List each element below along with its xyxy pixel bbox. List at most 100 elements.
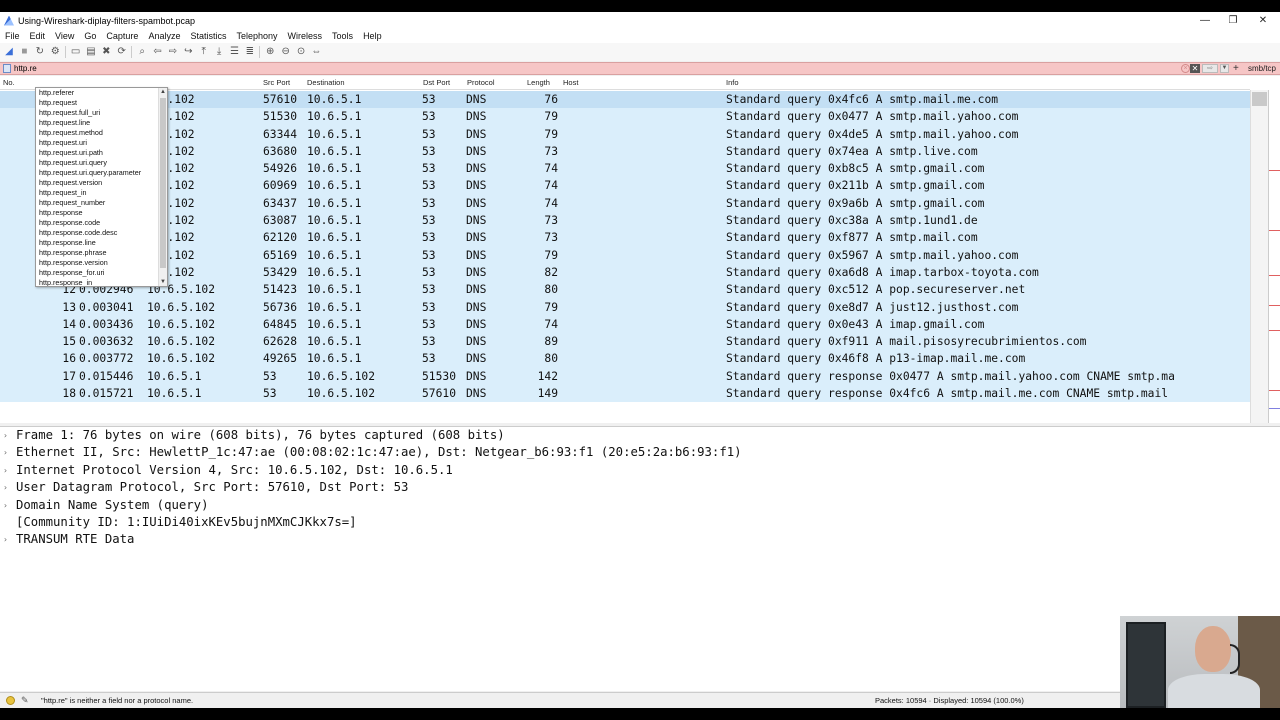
last-packet-icon[interactable]: ⤓: [213, 46, 225, 58]
table-row[interactable]: 6.5.102 53429 10.6.5.1 53 DNS 82 Standard quer…: [0, 263, 1250, 282]
autocomplete-item[interactable]: http.response_in: [36, 278, 167, 286]
table-row[interactable]: 6.5.102 63344 10.6.5.1 53 DNS 79 Standard quer…: [0, 125, 1250, 143]
column-header-src-port[interactable]: Src Port: [263, 76, 290, 90]
clear-filter-icon[interactable]: ×: [1181, 64, 1190, 73]
table-row[interactable]: 15 0.003632 10.6.5.102 62628 10.6.5.1 53 DNS 89…: [0, 333, 1250, 351]
resize-columns-icon[interactable]: ⇔: [310, 46, 322, 58]
table-row[interactable]: 6.5.102 62120 10.6.5.1 53 DNS 73 Standard quer…: [0, 229, 1250, 247]
table-row[interactable]: 6.5.102 63680 10.6.5.1 53 DNS 73 Standard quer…: [0, 142, 1250, 161]
stop-icon[interactable]: ■: [18, 46, 30, 58]
table-row[interactable]: 18 0.015721 10.6.5.1 53 10.6.5.102 57610 DNS 14…: [0, 385, 1250, 403]
detail-tree-item[interactable]: › Domain Name System (query): [0, 497, 1280, 514]
menu-statistics[interactable]: Statistics: [185, 31, 231, 41]
table-row[interactable]: 14 0.003436 10.6.5.102 64845 10.6.5.1 53 DNS 74…: [0, 315, 1250, 334]
first-packet-icon[interactable]: ⤒: [198, 46, 210, 58]
detail-tree-item[interactable]: › User Datagram Protocol, Src Port: 57610…: [0, 479, 1280, 496]
menu-tools[interactable]: Tools: [327, 31, 358, 41]
minimize-button[interactable]: —: [1190, 12, 1220, 29]
autocomplete-item[interactable]: http.referer: [36, 88, 167, 98]
autoscroll-icon[interactable]: ☰: [228, 46, 240, 58]
add-filter-button-icon[interactable]: +: [1233, 63, 1239, 74]
detail-tree-item[interactable]: › Internet Protocol Version 4, Src: 10.6.…: [0, 462, 1280, 479]
detail-tree-item[interactable]: › Frame 1: 76 bytes on wire (608 bits), 7…: [0, 427, 1280, 444]
autocomplete-item[interactable]: http.request.uri.query.parameter: [36, 168, 167, 178]
autocomplete-item[interactable]: http.request.line: [36, 118, 167, 128]
expand-arrow-icon[interactable]: ›: [3, 497, 8, 514]
find-icon[interactable]: ⌕: [136, 46, 148, 58]
autocomplete-item[interactable]: http.response.version: [36, 258, 167, 268]
autocomplete-item[interactable]: http.request_in: [36, 188, 167, 198]
display-filter-input[interactable]: [14, 63, 1174, 74]
table-row[interactable]: 6.5.102 60969 10.6.5.1 53 DNS 74 Standard quer…: [0, 177, 1250, 195]
menu-help[interactable]: Help: [358, 31, 387, 41]
column-header-dst-port[interactable]: Dst Port: [423, 76, 450, 90]
close-file-icon[interactable]: ✖: [100, 46, 112, 58]
table-row[interactable]: 6.5.102 54926 10.6.5.1 53 DNS 74 Standard quer…: [0, 160, 1250, 178]
menu-analyze[interactable]: Analyze: [143, 31, 185, 41]
autocomplete-item[interactable]: http.response: [36, 208, 167, 218]
expand-arrow-icon[interactable]: ›: [3, 462, 8, 479]
colorize-icon[interactable]: ≣: [244, 46, 256, 58]
autocomplete-scroll-thumb[interactable]: [160, 98, 166, 268]
options-gear-icon[interactable]: ⚙: [49, 46, 61, 58]
packet-list-scrollbar[interactable]: [1250, 90, 1268, 423]
restart-icon[interactable]: ↻: [34, 46, 46, 58]
edit-comment-icon[interactable]: ✎: [21, 695, 29, 706]
autocomplete-item[interactable]: http.request.version: [36, 178, 167, 188]
filter-button-smb-tcp[interactable]: smb/tcp: [1248, 63, 1276, 74]
autocomplete-item[interactable]: http.request.uri.query: [36, 158, 167, 168]
menu-view[interactable]: View: [50, 31, 79, 41]
goto-icon[interactable]: ↪: [182, 46, 194, 58]
scroll-up-icon[interactable]: ▲: [159, 88, 167, 96]
autocomplete-scrollbar[interactable]: ▲ ▼: [158, 88, 167, 286]
detail-tree-item[interactable]: › Ethernet II, Src: HewlettP_1c:47:ae (00…: [0, 444, 1280, 461]
menu-capture[interactable]: Capture: [101, 31, 143, 41]
forward-icon[interactable]: ⇨: [167, 46, 179, 58]
autocomplete-item[interactable]: http.request.uri.path: [36, 148, 167, 158]
packet-minimap[interactable]: [1268, 90, 1280, 423]
filter-close-icon[interactable]: ✕: [1190, 64, 1200, 73]
zoom-reset-icon[interactable]: ⊙: [295, 46, 307, 58]
open-folder-icon[interactable]: ▭: [70, 46, 82, 58]
apply-filter-button[interactable]: ⇨: [1202, 64, 1218, 73]
column-header-length[interactable]: Length: [527, 76, 550, 90]
table-row[interactable]: 6.5.102 57610 10.6.5.1 53 DNS 76 Standard quer…: [0, 91, 1250, 109]
bookmark-icon[interactable]: [3, 64, 11, 73]
autocomplete-item[interactable]: http.response.code.desc: [36, 228, 167, 238]
table-row[interactable]: 16 0.003772 10.6.5.102 49265 10.6.5.1 53 DNS 80…: [0, 350, 1250, 368]
table-row[interactable]: 6.5.102 65169 10.6.5.1 53 DNS 79 Standard quer…: [0, 246, 1250, 264]
table-row[interactable]: 13 0.003041 10.6.5.102 56736 10.6.5.1 53 DNS 79…: [0, 298, 1250, 316]
zoom-out-icon[interactable]: ⊖: [280, 46, 292, 58]
column-header-no[interactable]: No.: [3, 76, 15, 90]
scrollbar-thumb[interactable]: [1252, 92, 1267, 106]
expand-arrow-icon[interactable]: ›: [3, 427, 8, 444]
autocomplete-item[interactable]: http.request.method: [36, 128, 167, 138]
autocomplete-item[interactable]: http.response.code: [36, 218, 167, 228]
menu-go[interactable]: Go: [79, 31, 101, 41]
table-row[interactable]: 6.5.102 51530 10.6.5.1 53 DNS 79 Standard quer…: [0, 108, 1250, 126]
autocomplete-item[interactable]: http.request.uri: [36, 138, 167, 148]
menu-edit[interactable]: Edit: [25, 31, 51, 41]
column-header-host[interactable]: Host: [563, 76, 578, 90]
column-header-destination[interactable]: Destination: [307, 76, 345, 90]
table-row[interactable]: 12 0.002946 10.6.5.102 51423 10.6.5.1 53 DNS 80…: [0, 281, 1250, 299]
table-row[interactable]: 6.5.102 63437 10.6.5.1 53 DNS 74 Standard quer…: [0, 194, 1250, 213]
table-row[interactable]: 17 0.015446 10.6.5.1 53 10.6.5.102 51530 DNS 14…: [0, 367, 1250, 386]
autocomplete-item[interactable]: http.request: [36, 98, 167, 108]
close-button[interactable]: ✕: [1248, 12, 1278, 29]
detail-tree-item[interactable]: [Community ID: 1:IUiDi40ixKEv5bujnMXmCJK…: [0, 514, 1280, 531]
autocomplete-item[interactable]: http.request.full_uri: [36, 108, 167, 118]
menu-wireless[interactable]: Wireless: [283, 31, 328, 41]
menu-telephony[interactable]: Telephony: [231, 31, 282, 41]
autocomplete-item[interactable]: http.response.line: [36, 238, 167, 248]
shark-fin-icon[interactable]: ◢: [3, 46, 15, 58]
column-header-info[interactable]: Info: [726, 76, 739, 90]
expand-arrow-icon[interactable]: ›: [3, 531, 8, 548]
autocomplete-item[interactable]: http.response.phrase: [36, 248, 167, 258]
detail-tree-item[interactable]: › TRANSUM RTE Data: [0, 531, 1280, 548]
save-icon[interactable]: ▤: [85, 46, 97, 58]
zoom-in-icon[interactable]: ⊕: [264, 46, 276, 58]
table-row[interactable]: 6.5.102 63087 10.6.5.1 53 DNS 73 Standard quer…: [0, 212, 1250, 230]
menu-file[interactable]: File: [0, 31, 25, 41]
expert-info-icon[interactable]: [6, 696, 15, 705]
